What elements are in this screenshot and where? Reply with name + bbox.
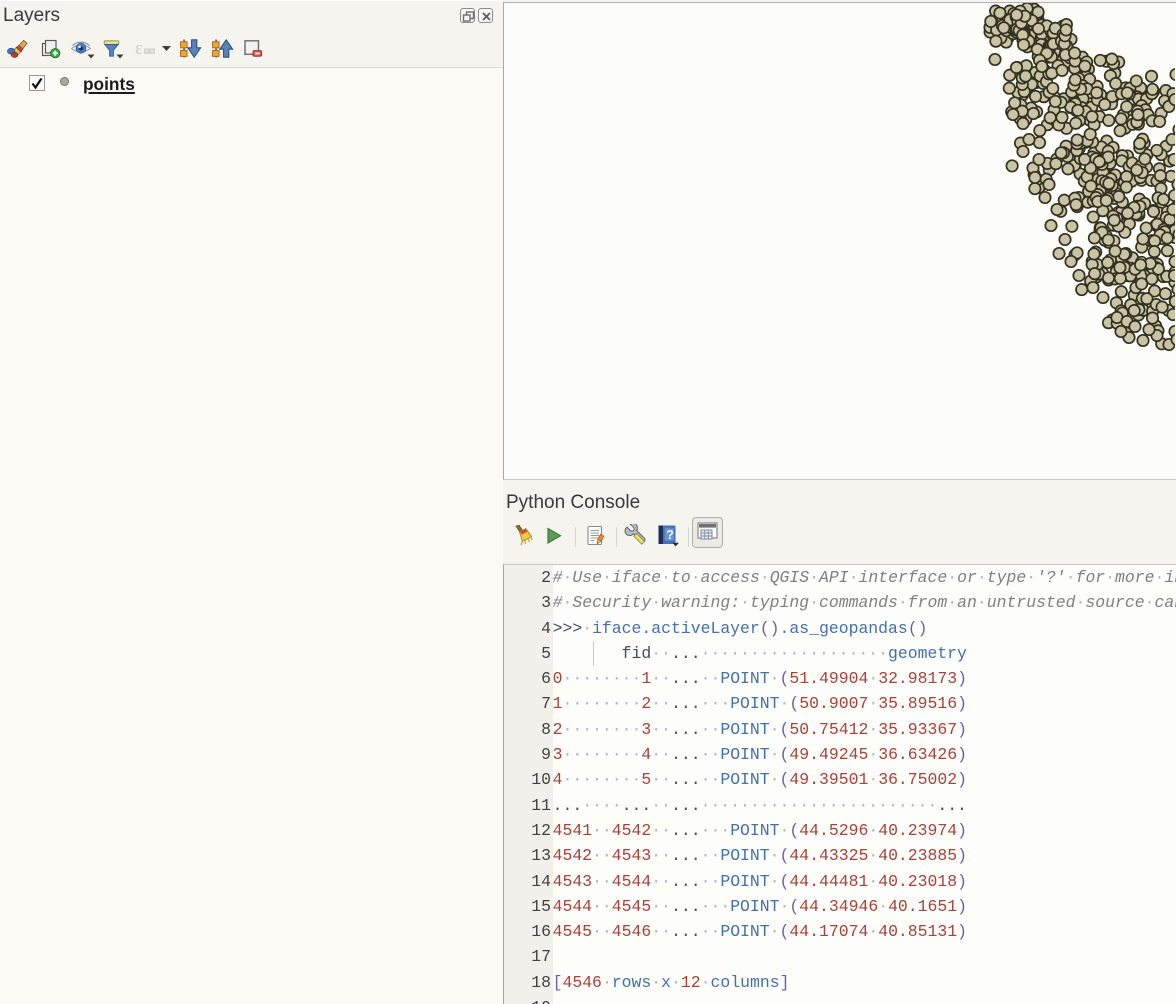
svg-text:?: ?: [666, 528, 674, 542]
svg-text:ε: ε: [135, 38, 143, 59]
